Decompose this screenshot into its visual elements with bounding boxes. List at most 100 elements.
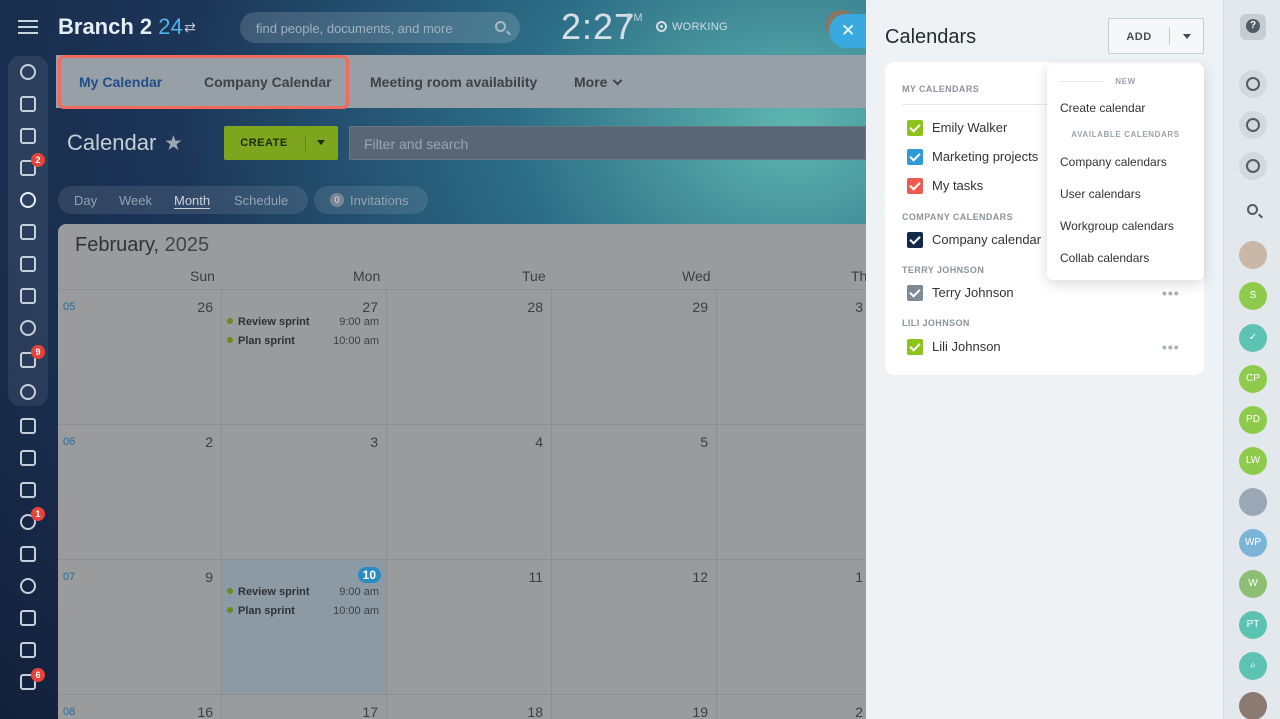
view-week[interactable]: Week <box>119 193 152 208</box>
groups-icon[interactable] <box>20 320 36 336</box>
star-icon[interactable]: ★ <box>164 131 183 156</box>
tab-more[interactable]: More <box>574 74 623 90</box>
day-number: 29 <box>692 299 708 315</box>
box-icon[interactable] <box>20 642 36 658</box>
more-icon[interactable]: ••• <box>1162 285 1180 301</box>
chevron-down-icon[interactable] <box>317 140 325 145</box>
day-cell[interactable]: 5 <box>552 424 717 559</box>
brand-logo[interactable]: Branch 2 24 <box>58 14 183 40</box>
tab-meeting-room[interactable]: Meeting room availability <box>370 74 537 90</box>
checkbox[interactable] <box>907 149 923 165</box>
view-month[interactable]: Month <box>174 193 211 209</box>
notifications-icon[interactable] <box>1239 111 1267 139</box>
avatar[interactable]: WP <box>1239 529 1267 557</box>
day-cell[interactable]: 28 <box>387 289 552 424</box>
avatar[interactable]: PD <box>1239 406 1267 434</box>
close-panel-button[interactable]: ✕ <box>829 14 867 48</box>
activity-icon[interactable] <box>20 64 36 80</box>
planner-icon[interactable] <box>20 450 36 466</box>
documents-icon[interactable] <box>20 224 36 240</box>
cart-icon[interactable] <box>20 482 36 498</box>
search-input[interactable] <box>256 18 486 38</box>
checkbox[interactable] <box>907 232 923 248</box>
avatar[interactable] <box>1239 488 1267 516</box>
help-button[interactable]: ? <box>1240 14 1266 40</box>
filter-field[interactable] <box>349 126 866 160</box>
day-cell[interactable]: 17 <box>222 694 387 719</box>
avatar[interactable]: S <box>1239 282 1267 310</box>
day-cell[interactable]: 18 <box>387 694 552 719</box>
sign-icon[interactable] <box>20 610 36 626</box>
avatar[interactable]: PT <box>1239 611 1267 639</box>
switch-icon[interactable]: ⇄ <box>184 19 196 36</box>
day-cell[interactable]: 07 9 <box>58 559 222 694</box>
view-day[interactable]: Day <box>74 193 97 208</box>
funnel-icon[interactable] <box>20 418 36 434</box>
day-cell[interactable]: 11 <box>387 559 552 694</box>
avatar[interactable] <box>1239 241 1267 269</box>
day-cell[interactable]: 08 16 <box>58 694 222 719</box>
building-icon[interactable] <box>20 546 36 562</box>
event-time: 10:00 am <box>333 605 379 617</box>
menu-item-company-calendars[interactable]: Company calendars <box>1060 155 1167 169</box>
settings-icon[interactable] <box>20 384 36 400</box>
day-cell-today[interactable]: 10 Review sprint 9:00 am Plan sprint 10:00… <box>222 559 387 694</box>
day-cell[interactable]: 3 <box>222 424 387 559</box>
calendar-name: Company calendar <box>932 232 1042 247</box>
chat-icon[interactable] <box>20 128 36 144</box>
day-cell[interactable] <box>717 424 866 559</box>
view-schedule[interactable]: Schedule <box>234 193 288 208</box>
mail-icon[interactable] <box>20 288 36 304</box>
search-icon[interactable] <box>495 21 506 32</box>
add-button[interactable]: ADD <box>1108 18 1204 54</box>
day-cell[interactable]: 2 <box>717 694 866 719</box>
day-cell[interactable]: 1 <box>717 559 866 694</box>
menu-item-create-calendar[interactable]: Create calendar <box>1060 101 1145 115</box>
activity-stream-icon[interactable] <box>1239 70 1267 98</box>
drive-icon[interactable] <box>20 256 36 272</box>
day-cell[interactable]: 05 26 <box>58 289 222 424</box>
checkbox[interactable] <box>907 120 923 136</box>
day-cell[interactable]: 12 <box>552 559 717 694</box>
search-icon[interactable] <box>1247 204 1258 215</box>
work-status[interactable]: WORKING <box>656 21 728 33</box>
feed-icon[interactable] <box>20 96 36 112</box>
tasks-avatar-icon[interactable]: ✓ <box>1239 324 1267 352</box>
avatar[interactable] <box>1239 692 1267 719</box>
day-cell[interactable]: 3 <box>717 289 866 424</box>
menu-item-collab-calendars[interactable]: Collab calendars <box>1060 251 1149 265</box>
invitations-button[interactable]: 0 Invitations <box>314 186 428 214</box>
create-button[interactable]: CREATE <box>224 126 338 160</box>
avatar[interactable]: LW <box>1239 447 1267 475</box>
checkbox[interactable] <box>907 178 923 194</box>
target-icon[interactable] <box>20 578 36 594</box>
calendar-event[interactable]: Review sprint 9:00 am <box>227 586 379 602</box>
day-cell[interactable]: 4 <box>387 424 552 559</box>
event-time: 9:00 am <box>339 586 379 598</box>
more-icon[interactable]: ••• <box>1162 339 1180 355</box>
global-search[interactable] <box>240 12 520 43</box>
day-cell[interactable]: 29 <box>552 289 717 424</box>
add-button-label: ADD <box>1126 31 1152 43</box>
day-number: 1 <box>855 569 863 585</box>
messages-icon[interactable] <box>1239 152 1267 180</box>
calendar-event[interactable]: Plan sprint 10:00 am <box>227 605 379 621</box>
day-cell[interactable]: 19 <box>552 694 717 719</box>
calendar-event[interactable]: Plan sprint 10:00 am <box>227 335 379 351</box>
chevron-down-icon[interactable] <box>1183 34 1191 39</box>
menu-item-user-calendars[interactable]: User calendars <box>1060 187 1141 201</box>
filter-input[interactable] <box>364 135 844 153</box>
day-cell[interactable]: 06 2 <box>58 424 222 559</box>
search-doc-icon[interactable]: ⌕ <box>1239 652 1267 680</box>
avatar[interactable]: W <box>1239 570 1267 598</box>
checkbox[interactable] <box>907 285 923 301</box>
menu-icon[interactable] <box>18 20 38 34</box>
calendar-event[interactable]: Review sprint 9:00 am <box>227 316 379 332</box>
day-cell[interactable]: 27 Review sprint 9:00 am Plan sprint 10:00… <box>222 289 387 424</box>
calendar-name: Lili Johnson <box>932 339 1001 354</box>
calendar-icon[interactable] <box>20 192 36 208</box>
menu-item-workgroup-calendars[interactable]: Workgroup calendars <box>1060 219 1174 233</box>
checkbox[interactable] <box>907 339 923 355</box>
avatar[interactable]: CP <box>1239 365 1267 393</box>
today-number: 10 <box>357 567 381 583</box>
